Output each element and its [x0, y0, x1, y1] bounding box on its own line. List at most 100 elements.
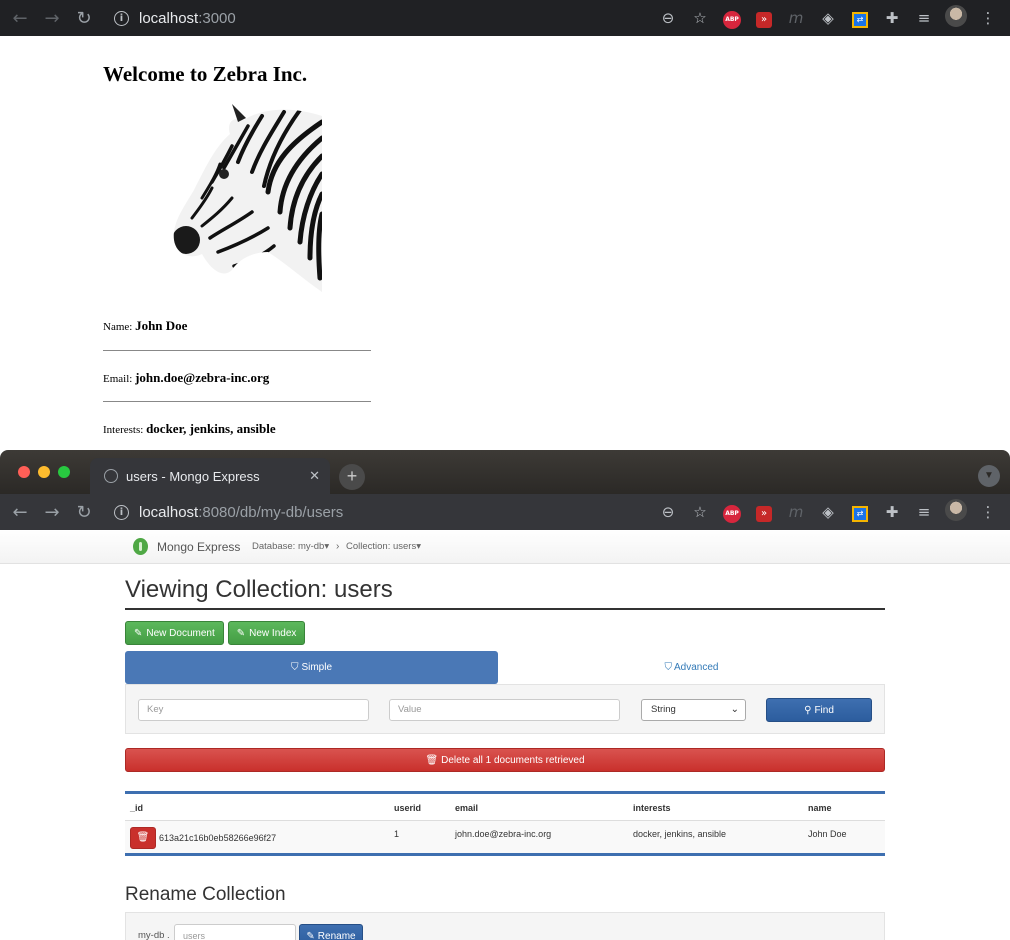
tab-simple-label: Simple: [301, 662, 333, 673]
email-label: Email:: [103, 373, 133, 385]
column-header: email: [455, 803, 479, 813]
back-icon[interactable]: ←: [4, 8, 36, 29]
name-field: Name: John Doe: [103, 318, 187, 334]
cell-name: John Doe: [808, 829, 847, 839]
tag-extension-icon[interactable]: ◈: [812, 503, 844, 521]
forward-icon[interactable]: →: [36, 502, 68, 523]
cell-interests: docker, jenkins, ansible: [633, 829, 727, 839]
new-index-button[interactable]: ✎ New Index: [227, 621, 306, 645]
reload-icon[interactable]: ↻: [68, 502, 100, 523]
rename-db-label: my-db .: [138, 930, 170, 940]
m-extension-icon[interactable]: m: [780, 503, 812, 521]
column-header: interests: [633, 803, 671, 813]
bookmark-star-icon[interactable]: ☆: [684, 503, 716, 521]
rename-heading: Rename Collection: [125, 884, 286, 905]
site-info-icon[interactable]: i: [114, 10, 129, 26]
close-tab-icon[interactable]: ✕: [309, 468, 320, 484]
tags-icon: ⛉: [664, 662, 673, 673]
cell-id[interactable]: 613a21c16b0eb58266e96f27: [159, 833, 276, 843]
divider: [103, 401, 371, 402]
forward-icon[interactable]: →: [36, 8, 68, 29]
url-host: localhost: [139, 503, 199, 521]
database-dropdown[interactable]: Database: my-db▾: [252, 541, 329, 552]
menu-kebab-icon[interactable]: ⋮: [972, 9, 1004, 27]
cell-email: john.doe@zebra-inc.org: [455, 829, 552, 839]
find-button[interactable]: ⚲ Find: [766, 698, 872, 722]
page-title: Viewing Collection: users: [125, 576, 885, 610]
red-extension-icon[interactable]: »: [748, 8, 780, 28]
type-select-value: String: [651, 704, 676, 715]
interests-value: docker, jenkins, ansible: [146, 421, 276, 436]
key-input[interactable]: Key: [138, 699, 369, 721]
simple-search-form: Key Value String ⌄ ⚲ Find: [125, 684, 885, 734]
sync-extension-icon[interactable]: ⇄: [844, 8, 876, 28]
tab-simple[interactable]: ⛉ Simple: [125, 651, 498, 684]
zoom-icon[interactable]: ⊖: [652, 9, 684, 27]
value-input[interactable]: Value: [389, 699, 620, 721]
media-icon[interactable]: ≡: [908, 503, 940, 521]
column-header: _id: [130, 803, 144, 813]
pencil-icon: ✎: [306, 930, 315, 940]
sync-extension-icon[interactable]: ⇄: [844, 502, 876, 522]
type-select[interactable]: String ⌄: [641, 699, 746, 721]
caret-down-icon: ▾: [324, 541, 330, 552]
delete-all-label: Delete all 1 documents retrieved: [441, 754, 585, 766]
url-path: :8080/db/my-db/users: [198, 503, 344, 521]
mongo-express-page: Mongo Express Database: my-db▾ › Collect…: [0, 530, 1010, 940]
tab-title: users - Mongo Express: [126, 468, 260, 484]
table-row[interactable]: 🗑 613a21c16b0eb58266e96f27 1 john.doe@ze…: [125, 820, 885, 853]
pencil-icon: ✎: [134, 627, 143, 639]
chevron-right-icon: ›: [336, 541, 340, 552]
delete-document-button[interactable]: 🗑: [130, 827, 156, 849]
close-window-button[interactable]: [18, 466, 30, 478]
bookmark-star-icon[interactable]: ☆: [684, 9, 716, 27]
tab-search-icon[interactable]: ▼: [978, 465, 1000, 487]
search-tabs: ⛉ Simple ⛉ Advanced: [125, 651, 885, 684]
menu-kebab-icon[interactable]: ⋮: [972, 503, 1004, 521]
site-info-icon[interactable]: i: [114, 504, 129, 520]
find-label: Find: [814, 704, 834, 716]
tag-extension-icon[interactable]: ◈: [812, 9, 844, 27]
adblock-extension-icon[interactable]: ABP: [716, 501, 748, 523]
m-extension-icon[interactable]: m: [780, 9, 812, 27]
tab-advanced[interactable]: ⛉ Advanced: [498, 651, 885, 684]
caret-down-icon: ▾: [416, 541, 422, 552]
brand-link[interactable]: Mongo Express: [133, 538, 240, 555]
search-icon: ⚲: [804, 704, 812, 716]
address-bar[interactable]: i localhost:8080/db/my-db/users: [114, 504, 343, 521]
zoom-icon[interactable]: ⊖: [652, 503, 684, 521]
extensions-puzzle-icon[interactable]: ✚: [876, 503, 908, 521]
rename-input[interactable]: users: [174, 924, 296, 940]
red-extension-icon[interactable]: »: [748, 502, 780, 522]
profile-avatar[interactable]: [940, 499, 972, 525]
adblock-extension-icon[interactable]: ABP: [716, 7, 748, 29]
delete-all-button[interactable]: 🗑 Delete all 1 documents retrieved: [125, 748, 885, 772]
extensions-puzzle-icon[interactable]: ✚: [876, 9, 908, 27]
media-icon[interactable]: ≡: [908, 9, 940, 27]
collection-dropdown[interactable]: Collection: users▾: [346, 541, 421, 552]
name-label: Name:: [103, 321, 133, 333]
page-heading: Welcome to Zebra Inc.: [103, 62, 308, 86]
action-buttons: ✎ New Document ✎ New Index: [125, 621, 885, 645]
back-icon[interactable]: ←: [4, 502, 36, 523]
navbar: Mongo Express Database: my-db▾ › Collect…: [0, 530, 1010, 564]
divider: [103, 350, 371, 351]
minimize-window-button[interactable]: [38, 466, 50, 478]
browser-tab[interactable]: users - Mongo Express ✕: [90, 458, 330, 494]
new-tab-button[interactable]: +: [339, 464, 365, 490]
rename-label: Rename: [317, 930, 356, 940]
cell-userid: 1: [394, 829, 400, 839]
url-path: :3000: [198, 9, 236, 27]
address-bar[interactable]: i localhost:3000: [114, 10, 236, 27]
rename-button[interactable]: ✎ Rename: [299, 924, 363, 940]
zoom-window-button[interactable]: [58, 466, 70, 478]
chevron-down-icon: ⌄: [730, 704, 739, 715]
reload-icon[interactable]: ↻: [68, 8, 100, 29]
column-header: userid: [394, 803, 422, 813]
profile-avatar[interactable]: [940, 5, 972, 31]
database-crumb-label: Database: my-db: [252, 541, 325, 552]
new-document-button[interactable]: ✎ New Document: [125, 621, 224, 645]
mongo-leaf-icon: [133, 538, 148, 555]
collection-crumb-label: Collection: users: [346, 541, 417, 552]
email-value: john.doe@zebra-inc.org: [135, 370, 270, 385]
